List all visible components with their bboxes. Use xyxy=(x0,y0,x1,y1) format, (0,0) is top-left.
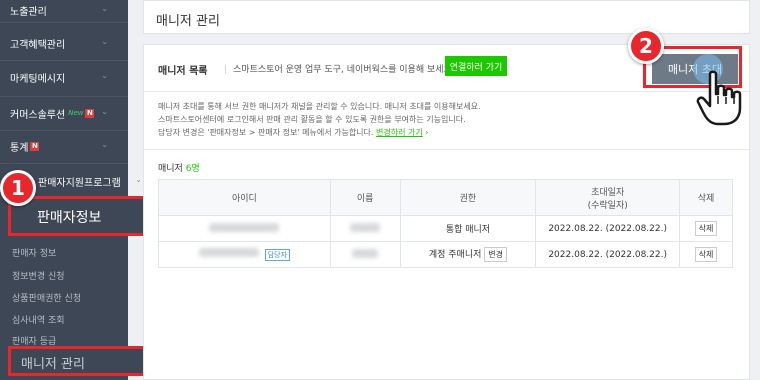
step-one-marker: 1 xyxy=(0,170,36,206)
sidebar-item-label: 고객혜택관리 xyxy=(10,39,66,51)
chevron-down-icon: ⌄ xyxy=(135,175,142,184)
info-line-3: 담당자 변경은 '판매자정보 > 판매자 정보' 메뉴에서 가능합니다. 변경하… xyxy=(158,128,429,137)
sidebar-item-stats[interactable]: 통계 N ⌄ xyxy=(10,136,120,156)
sidebar-sub-info-change[interactable]: 정보변경 신청 xyxy=(12,269,65,282)
redacted-id xyxy=(209,222,280,232)
sidebar-item-label: 마케팅메시지 xyxy=(10,73,66,85)
page-header: 매니저 관리 xyxy=(143,0,750,34)
cell-id: 담당자 xyxy=(158,241,331,268)
step-two-marker: 2 xyxy=(628,28,664,64)
sidebar-sub-review-history[interactable]: 심사내역 조회 xyxy=(12,313,65,326)
sidebar-item-label: 노출관리 xyxy=(10,6,47,18)
col-header-name: 이름 xyxy=(329,179,401,216)
chevron-down-icon: ⌄ xyxy=(101,37,108,46)
col-header-role: 권한 xyxy=(399,179,537,216)
change-link[interactable]: 변경하러 가기 xyxy=(376,128,423,137)
section-title: 매니저 목록 xyxy=(158,66,208,77)
col-header-id: 아이디 xyxy=(158,179,331,216)
cell-role: 계정 주매니저 변경 xyxy=(399,241,537,268)
redacted-id xyxy=(198,248,259,257)
section-description: | 스마트스토어 운영 업무 도구, 네이버웍스를 이용해 보세요. xyxy=(224,65,455,75)
col-header-delete: 삭제 xyxy=(679,179,733,216)
sidebar-item-commerce[interactable]: 커머스솔루션 New N ⌄ xyxy=(10,103,120,123)
connect-button[interactable]: 연결하러 가기 xyxy=(445,56,507,76)
cell-name xyxy=(329,241,401,268)
delete-button[interactable]: 삭제 xyxy=(694,221,718,236)
cell-role: 통합 매니저 xyxy=(399,215,537,242)
cell-date: 2022.08.22. (2022.08.22.) xyxy=(535,215,681,242)
manager-table: 아이디 이름 권한 초대일자 (수락일자) 삭제 통합 매니저 2022.08.… xyxy=(158,179,733,268)
new-n-badge: N xyxy=(30,141,40,151)
new-n-badge: N xyxy=(85,108,95,118)
cell-delete: 삭제 xyxy=(679,215,733,242)
sidebar-item-benefits[interactable]: 고객혜택관리 ⌄ xyxy=(10,33,120,53)
chevron-down-icon: ⌄ xyxy=(101,140,108,149)
sidebar-item-marketing[interactable]: 마케팅메시지 ⌄ xyxy=(10,67,120,87)
sidebar-sub-manager: 매니저 관리 xyxy=(21,357,85,372)
table-row: 통합 매니저 2022.08.22. (2022.08.22.) 삭제 xyxy=(158,215,733,242)
manager-menu-highlight[interactable]: 매니저 관리 xyxy=(8,346,146,376)
info-line-2: 스마트스토어센터에 로그인해서 판매 관리 활동을 할 수 있도록 권한을 부여… xyxy=(158,115,466,124)
redacted-name xyxy=(350,222,381,232)
sidebar-item-label: 판매자지원프로그램 xyxy=(38,177,121,189)
page-title: 매니저 관리 xyxy=(156,14,220,29)
change-role-button[interactable]: 변경 xyxy=(484,247,508,262)
delete-button[interactable]: 삭제 xyxy=(694,247,718,262)
manager-list-panel: 매니저 목록 | 스마트스토어 운영 업무 도구, 네이버웍스를 이용해 보세요.… xyxy=(143,44,750,380)
info-line-1: 매니저 초대를 통해 서브 권한 매니저가 채널을 관리할 수 있습니다. 매니… xyxy=(158,102,481,111)
chevron-down-icon: ⌄ xyxy=(101,107,108,116)
table-row: 담당자 계정 주매니저 변경 2022.08.22. (2022.08.22.)… xyxy=(158,241,733,268)
col-header-date: 초대일자 (수락일자) xyxy=(535,179,681,216)
new-badge: New xyxy=(68,109,84,117)
sidebar-sub-seller-info[interactable]: 판매자 정보 xyxy=(12,246,56,259)
chevron-down-icon: ⌄ xyxy=(101,4,108,13)
sidebar-item-exposure[interactable]: 노출관리 ⌄ xyxy=(10,0,120,20)
sidebar-sub-sales-permission[interactable]: 상품판매권한 신청 xyxy=(12,291,81,304)
chevron-down-icon: ⌄ xyxy=(101,71,108,80)
manager-count: 매니저 6명 xyxy=(158,164,200,174)
sidebar-item-label: 통계 xyxy=(10,142,29,154)
sidebar-item-seller-program[interactable]: 판매자지원프로그램 ⌄ xyxy=(28,171,142,191)
cell-delete: 삭제 xyxy=(679,241,733,268)
owner-tag: 담당자 xyxy=(264,249,291,261)
sidebar-section-label: 판매자정보 xyxy=(37,210,102,226)
cell-id xyxy=(158,215,331,242)
hand-pointer-icon xyxy=(696,70,742,126)
sidebar-item-label: 커머스솔루션 xyxy=(10,109,66,121)
redacted-name xyxy=(352,248,379,258)
cell-name xyxy=(329,215,401,242)
cell-date: 2022.08.22. (2022.08.22.) xyxy=(535,241,681,268)
